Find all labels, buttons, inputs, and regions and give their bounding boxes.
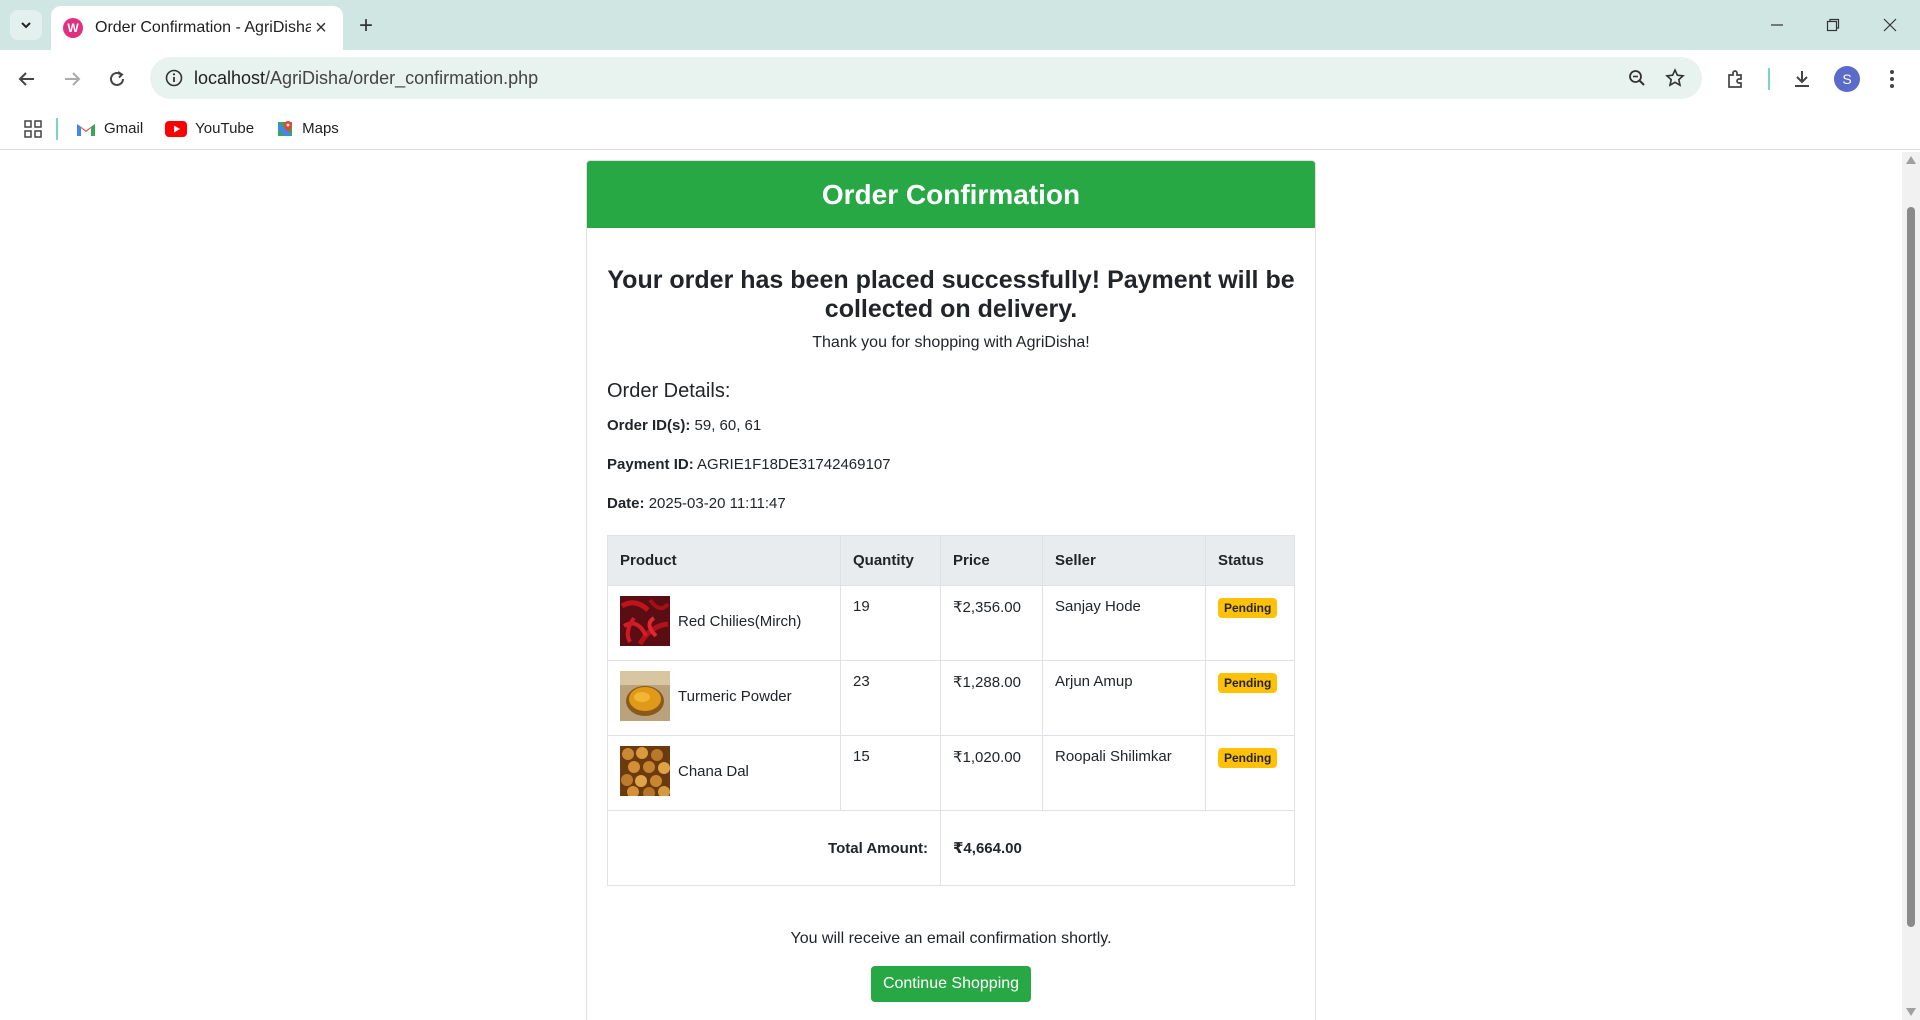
price-cell: ₹2,356.00 [940,585,1043,661]
page-scrollbar[interactable] [1902,152,1920,1020]
youtube-icon [165,120,188,137]
scroll-up-arrow-icon[interactable] [1906,156,1916,164]
order-ids: Order ID(s): 59, 60, 61 [607,417,762,434]
turmeric-powder-image [620,671,670,721]
bookmark-star-icon[interactable] [1658,61,1692,95]
total-row: Total Amount: ₹4,664.00 [607,810,1295,886]
order-details-heading: Order Details: [607,380,731,402]
status-badge: Pending [1218,598,1278,618]
total-amount-label: Total Amount: [607,810,941,886]
extensions-icon[interactable] [1718,62,1752,96]
address-bar[interactable]: localhost/AgriDisha/order_confirmation.p… [150,57,1702,99]
product-name: Chana Dal [678,762,749,780]
red-chilies-image [620,596,670,646]
table-row: Red Chilies(Mirch) 19 ₹2,356.00 Sanjay H… [607,585,1295,661]
table-row: Turmeric Powder 23 ₹1,288.00 Arjun Amup … [607,660,1295,736]
profile-avatar[interactable]: S [1830,62,1864,96]
active-tab[interactable]: W Order Confirmation - AgriDisha × [51,6,343,50]
success-message: Your order has been placed successfully!… [607,266,1295,323]
tab-search-button[interactable] [10,10,42,40]
maps-icon [276,120,294,138]
order-date: Date: 2025-03-20 11:11:47 [607,495,786,512]
status-badge: Pending [1218,748,1278,768]
product-cell: Turmeric Powder [620,671,828,721]
tab-title: Order Confirmation - AgriDisha [95,19,311,36]
bookmark-gmail[interactable]: Gmail [76,120,143,137]
close-window-icon[interactable] [1873,10,1907,40]
download-icon[interactable] [1785,62,1819,96]
thanks-message: Thank you for shopping with AgriDisha! [812,334,1090,351]
bookmarks-divider [56,117,58,140]
continue-shopping-button[interactable]: Continue Shopping [870,966,1032,1002]
seller-cell: Arjun Amup [1042,660,1206,736]
price-cell: ₹1,020.00 [940,735,1043,811]
reload-icon[interactable] [100,62,134,96]
status-badge: Pending [1218,673,1278,693]
tab-close-icon[interactable]: × [311,17,331,39]
table-header-row: Product Quantity Price Seller Status [607,535,1295,586]
restore-icon[interactable] [1816,10,1850,40]
chevron-down-icon [21,22,31,29]
back-icon[interactable] [10,62,44,96]
minimize-icon[interactable] [1760,10,1794,40]
order-items-table: Product Quantity Price Seller Status Red… [607,535,1295,886]
product-name: Turmeric Powder [678,687,792,705]
gmail-icon [76,121,96,137]
col-product: Product [607,535,841,586]
col-status: Status [1205,535,1295,586]
bookmarks-bar: Gmail YouTube Maps [0,108,1920,150]
quantity-cell: 23 [840,660,941,736]
zoom-icon[interactable] [1620,61,1654,95]
tab-strip: W Order Confirmation - AgriDisha × + [0,0,1920,50]
url-text: localhost/AgriDisha/order_confirmation.p… [194,67,539,88]
product-cell: Chana Dal [620,746,828,796]
apps-grid-icon[interactable] [20,116,46,142]
scroll-down-arrow-icon[interactable] [1906,1008,1916,1016]
toolbar-divider [1768,68,1770,90]
seller-cell: Sanjay Hode [1042,585,1206,661]
chana-dal-image [620,746,670,796]
card-header: Order Confirmation [587,161,1315,228]
menu-icon[interactable] [1875,62,1909,96]
scrollbar-thumb[interactable] [1907,207,1915,927]
total-amount-value: ₹4,664.00 [940,810,1295,886]
col-quantity: Quantity [840,535,941,586]
col-price: Price [940,535,1043,586]
order-confirmation-card: Order Confirmation Your order has been p… [586,160,1316,1020]
site-info-icon[interactable] [154,69,194,87]
quantity-cell: 15 [840,735,941,811]
table-row: Chana Dal 15 ₹1,020.00 Roopali Shilimkar… [607,735,1295,811]
bookmark-maps[interactable]: Maps [276,120,339,138]
forward-icon[interactable] [55,62,89,96]
product-name: Red Chilies(Mirch) [678,612,802,630]
payment-id: Payment ID: AGRIE1F18DE31742469107 [607,456,891,473]
col-seller: Seller [1042,535,1206,586]
price-cell: ₹1,288.00 [940,660,1043,736]
product-cell: Red Chilies(Mirch) [620,596,828,646]
site-favicon-icon: W [63,18,83,38]
email-confirmation-note: You will receive an email confirmation s… [790,930,1112,947]
quantity-cell: 19 [840,585,941,661]
browser-toolbar: localhost/AgriDisha/order_confirmation.p… [0,50,1920,108]
bookmark-youtube[interactable]: YouTube [165,120,254,137]
new-tab-button[interactable]: + [352,12,380,40]
seller-cell: Roopali Shilimkar [1042,735,1206,811]
